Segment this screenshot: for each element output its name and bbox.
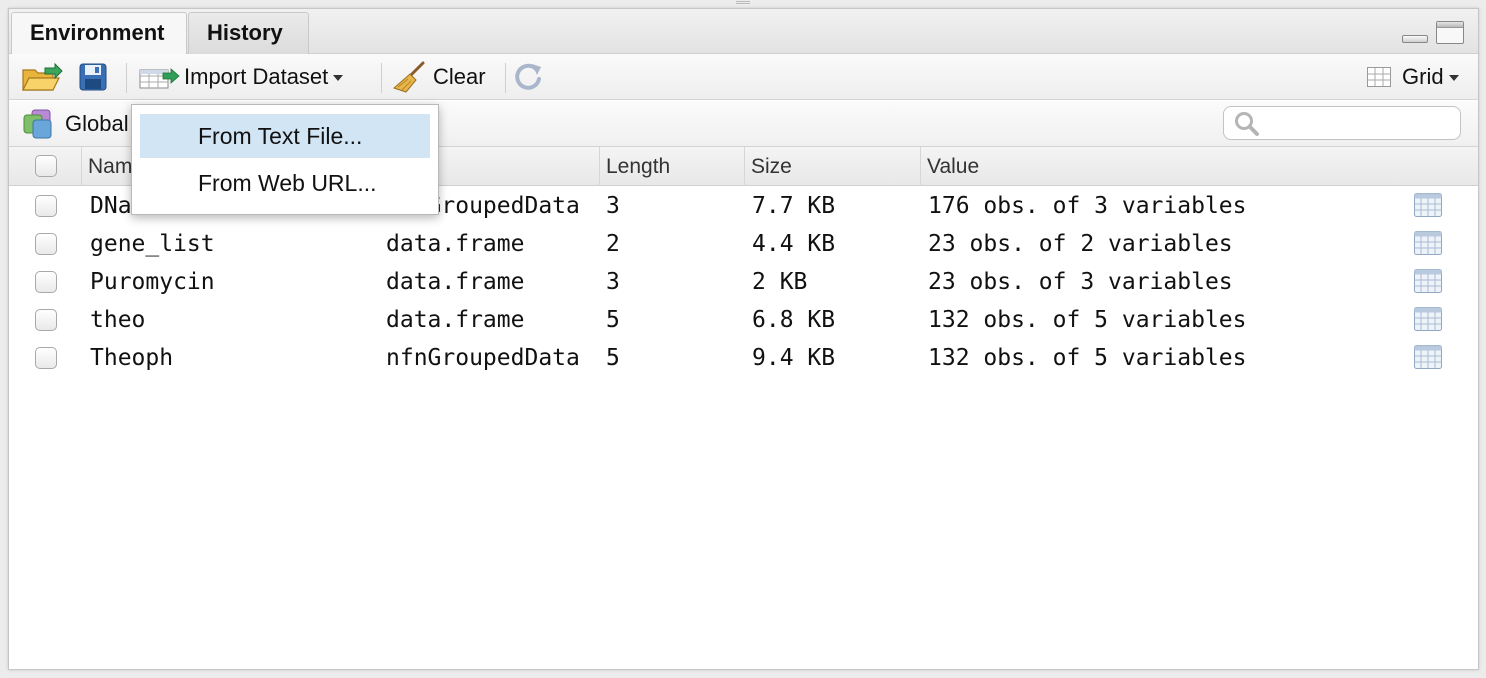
object-size: 7.7 KB (752, 193, 836, 219)
object-name: gene_list (90, 231, 215, 257)
environment-cubes-icon (23, 109, 52, 139)
table-row[interactable]: theo data.frame 5 6.8 KB 132 obs. of 5 v… (9, 301, 1478, 339)
search-input[interactable] (1223, 106, 1461, 140)
refresh-button[interactable] (512, 54, 546, 100)
row-checkbox[interactable] (35, 309, 57, 331)
object-value: 23 obs. of 2 variables (928, 231, 1233, 257)
object-size: 6.8 KB (752, 307, 836, 333)
minimize-pane-button[interactable] (1402, 35, 1428, 43)
object-size: 4.4 KB (752, 231, 836, 257)
select-all-checkbox[interactable] (35, 155, 57, 177)
object-value: 176 obs. of 3 variables (928, 193, 1247, 219)
view-data-grid-icon[interactable] (1414, 193, 1442, 217)
table-row[interactable]: Puromycin data.frame 3 2 KB 23 obs. of 3… (9, 263, 1478, 301)
refresh-icon (515, 63, 541, 90)
object-length: 2 (606, 231, 620, 257)
row-checkbox[interactable] (35, 233, 57, 255)
toolbar-separator (505, 63, 506, 93)
toolbar-separator (126, 63, 127, 93)
import-table-icon (139, 68, 180, 89)
clear-workspace-button[interactable]: Clear (393, 54, 486, 100)
object-type: data.frame (386, 231, 525, 257)
save-disk-icon (79, 63, 107, 91)
view-data-grid-icon[interactable] (1414, 345, 1442, 369)
row-checkbox[interactable] (35, 347, 57, 369)
clear-label: Clear (433, 64, 486, 89)
pane-resize-grip[interactable] (736, 1, 750, 4)
object-type: data.frame (386, 307, 525, 333)
column-header-size[interactable]: Size (744, 147, 920, 186)
object-value: 132 obs. of 5 variables (928, 345, 1247, 371)
search-icon (1235, 112, 1259, 136)
tab-bar: Environment History (9, 9, 1478, 55)
chevron-down-icon (1448, 75, 1459, 81)
object-length: 3 (606, 193, 620, 219)
menu-item-from-text-file[interactable]: From Text File... (140, 114, 430, 158)
import-dataset-button[interactable]: Import Dataset (139, 54, 344, 100)
object-size: 9.4 KB (752, 345, 836, 371)
import-dataset-label: Import Dataset (184, 64, 329, 89)
import-dataset-menu: From Text File... From Web URL... (131, 104, 439, 215)
grid-view-icon (1367, 67, 1391, 87)
tab-history[interactable]: History (188, 12, 309, 54)
chevron-down-icon (333, 75, 344, 81)
row-checkbox[interactable] (35, 271, 57, 293)
table-row[interactable]: Theoph nfnGroupedData 5 9.4 KB 132 obs. … (9, 339, 1478, 377)
view-data-grid-icon[interactable] (1414, 307, 1442, 331)
environment-toolbar: Import Dataset Clear Grid (9, 54, 1478, 100)
object-type: data.frame (386, 269, 525, 295)
view-data-grid-icon[interactable] (1414, 269, 1442, 293)
environment-label: Global (65, 111, 129, 136)
table-row[interactable]: gene_list data.frame 2 4.4 KB 23 obs. of… (9, 225, 1478, 263)
tab-environment[interactable]: Environment (11, 12, 187, 55)
view-mode-dropdown[interactable]: Grid (1367, 54, 1459, 100)
maximize-pane-button[interactable] (1436, 21, 1464, 44)
object-name: theo (90, 307, 146, 333)
object-value: 23 obs. of 3 variables (928, 269, 1233, 295)
object-length: 5 (606, 345, 620, 371)
view-data-grid-icon[interactable] (1414, 231, 1442, 255)
toolbar-separator (381, 63, 382, 93)
row-checkbox[interactable] (35, 195, 57, 217)
object-name: Theoph (90, 345, 174, 371)
object-size: 2 KB (752, 269, 808, 295)
menu-item-from-web-url[interactable]: From Web URL... (140, 161, 430, 205)
environment-table-body: DNase nfnGroupedData 3 7.7 KB 176 obs. o… (9, 187, 1478, 377)
environment-selector[interactable]: Global (23, 101, 129, 147)
object-type: nfnGroupedData (386, 345, 580, 371)
column-header-length[interactable]: Length (599, 147, 744, 186)
open-folder-icon (22, 62, 63, 91)
load-workspace-button[interactable] (21, 54, 63, 100)
column-header-value[interactable]: Value (920, 147, 1480, 186)
broom-icon (393, 61, 425, 93)
object-value: 132 obs. of 5 variables (928, 307, 1247, 333)
object-length: 3 (606, 269, 620, 295)
object-length: 5 (606, 307, 620, 333)
object-name: Puromycin (90, 269, 215, 295)
save-workspace-button[interactable] (79, 54, 107, 100)
view-mode-label: Grid (1402, 64, 1444, 89)
